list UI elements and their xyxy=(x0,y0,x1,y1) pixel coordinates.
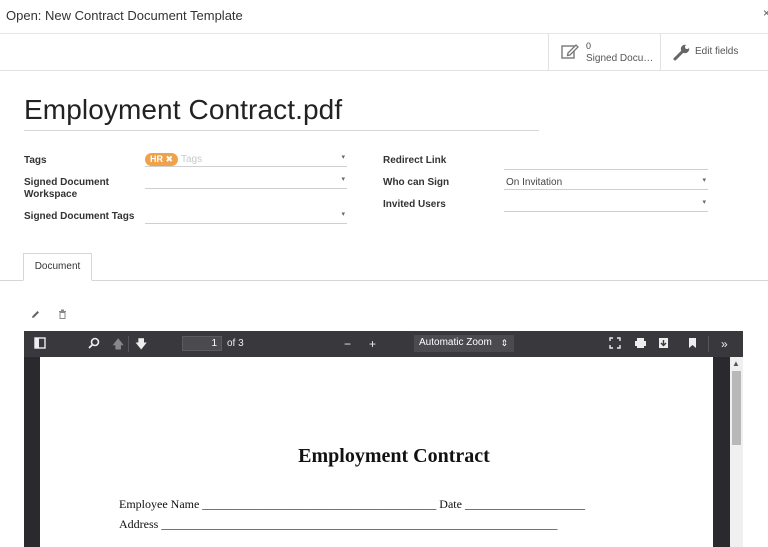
presentation-mode-icon[interactable] xyxy=(609,337,621,352)
toolbar-separator xyxy=(128,336,129,352)
scrollbar-thumb[interactable] xyxy=(732,371,741,445)
chevron-down-icon: ▾ xyxy=(341,176,345,183)
scroll-up-icon[interactable]: ▲ xyxy=(732,359,740,368)
pdf-page: Employment Contract Employee Name ______… xyxy=(40,357,713,547)
address-line: Address ________________________________… xyxy=(119,517,558,531)
wrench-icon xyxy=(673,43,691,66)
tags-placeholder: Tags xyxy=(181,154,203,165)
chevron-down-icon: ▾ xyxy=(341,211,345,218)
dialog-header: Open: New Contract Document Template × xyxy=(0,0,768,34)
signed-tags-field[interactable]: ▾ xyxy=(145,210,347,224)
chevron-down-icon: ▾ xyxy=(702,199,706,206)
zoom-in-button[interactable]: + xyxy=(369,337,376,351)
invited-users-label: Invited Users xyxy=(383,199,446,210)
next-page-icon[interactable]: 🡇 xyxy=(135,337,147,351)
close-button[interactable]: × xyxy=(763,6,768,20)
who-can-sign-select[interactable]: On Invitation ▾ xyxy=(504,176,708,190)
redirect-link-field[interactable] xyxy=(504,156,708,170)
sidebar-toggle-icon[interactable] xyxy=(34,337,46,352)
signed-tags-label: Signed Document Tags xyxy=(24,211,135,222)
signed-documents-button[interactable]: 0 Signed Documents xyxy=(548,34,660,71)
workspace-label: Signed Document Workspace xyxy=(24,177,110,200)
zoom-out-button[interactable]: − xyxy=(344,337,351,351)
page-count: of 3 xyxy=(227,338,244,349)
record-name-input[interactable]: Employment Contract.pdf xyxy=(24,94,342,126)
notebook-tabs: Document xyxy=(0,253,768,281)
pdf-toolbar: 🡅 🡇 1 of 3 − + Automatic Zoom ⇕ » xyxy=(24,331,743,357)
viewer-scrollbar[interactable]: ▲ xyxy=(713,357,743,547)
button-box: 0 Signed Documents Edit fields xyxy=(0,34,768,71)
print-icon[interactable] xyxy=(634,337,647,352)
download-icon[interactable] xyxy=(658,337,669,352)
who-can-sign-label: Who can Sign xyxy=(383,177,450,188)
edit-fields-button[interactable]: Edit fields xyxy=(660,34,768,71)
tools-menu-icon[interactable]: » xyxy=(721,337,728,351)
search-icon[interactable] xyxy=(88,337,100,352)
previous-page-icon[interactable]: 🡅 xyxy=(112,337,124,351)
signed-documents-label: Signed Documents xyxy=(586,53,656,64)
tag-hr[interactable]: HR ✖ xyxy=(145,153,179,166)
title-underline xyxy=(24,130,539,131)
document-heading: Employment Contract xyxy=(298,445,490,467)
tab-document[interactable]: Document xyxy=(23,253,92,281)
bookmark-icon[interactable] xyxy=(688,337,697,352)
tags-label: Tags xyxy=(24,155,47,166)
invited-users-field[interactable]: ▾ xyxy=(504,198,708,212)
workspace-field[interactable]: ▾ xyxy=(145,175,347,189)
pencil-icon[interactable] xyxy=(31,306,40,324)
signed-count: 0 xyxy=(586,41,592,51)
tags-field[interactable]: HR ✖ Tags ▾ xyxy=(145,153,347,167)
edit-fields-label: Edit fields xyxy=(695,46,739,57)
toolbar-separator xyxy=(708,336,709,352)
chevron-down-icon: ▾ xyxy=(341,154,345,161)
page-number-input[interactable]: 1 xyxy=(182,336,222,351)
employee-name-line: Employee Name __________________________… xyxy=(119,497,585,511)
who-can-sign-value: On Invitation xyxy=(506,177,563,188)
select-arrows-icon: ⇕ xyxy=(500,338,508,348)
zoom-value: Automatic Zoom xyxy=(419,337,492,348)
edit-document-icon xyxy=(561,43,579,64)
redirect-link-label: Redirect Link xyxy=(383,155,447,166)
tag-label: HR xyxy=(150,154,163,164)
zoom-select[interactable]: Automatic Zoom ⇕ xyxy=(414,335,514,352)
trash-icon[interactable] xyxy=(58,306,67,324)
pdf-viewer: 🡅 🡇 1 of 3 − + Automatic Zoom ⇕ » Employ… xyxy=(24,331,743,547)
chevron-down-icon: ▾ xyxy=(702,177,706,184)
dialog-title: Open: New Contract Document Template xyxy=(6,8,243,23)
